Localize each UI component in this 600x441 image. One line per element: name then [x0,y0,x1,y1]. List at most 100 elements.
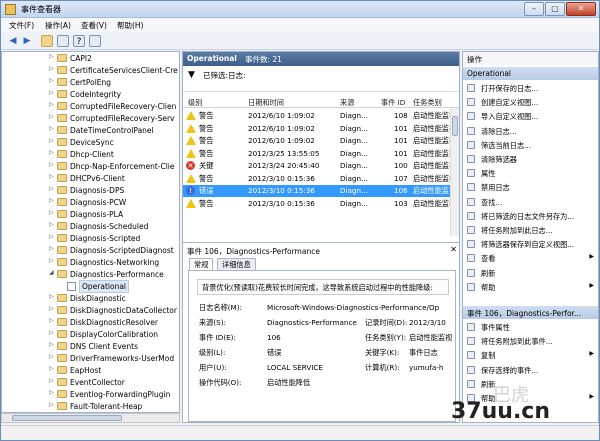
actions-section-log[interactable]: Operational [463,67,598,80]
help-icon[interactable]: ? [73,35,85,47]
tree-item[interactable]: ▷ DiskDiagnosticResolver [2,317,179,328]
tree-item[interactable]: Operational [2,280,179,293]
action-item[interactable]: 禁用日志 [463,182,598,193]
show-hide-tree-icon[interactable] [57,35,69,47]
back-arrow-icon[interactable]: ◀ [7,35,19,47]
collapsed-arrow-icon[interactable]: ▷ [49,149,54,156]
action-item[interactable]: 清除筛选器 [463,154,598,165]
tree-item[interactable]: ▷ DNS Client Events [2,341,179,352]
menu-view[interactable]: 查看(V) [81,20,107,31]
tree-item[interactable]: ▷ EapHost [2,365,179,376]
col-level[interactable]: 级别 [188,98,202,108]
event-row[interactable]: 警告 2012/3/10 0:15:36 Diagn... 103 启动性能监视 [183,198,459,210]
tree-item[interactable]: ▷ CodeIntegrity [2,89,179,100]
tree-item[interactable]: ▷ Diagnosis-PCW [2,197,179,208]
event-row[interactable]: 警告 2012/6/10 1:09:02 Diagn... 101 启动性能监视 [183,135,459,147]
action-item[interactable]: 事件属性 [463,322,598,333]
tree-item[interactable]: ▷ Diagnosis-Scheduled [2,221,179,232]
collapsed-arrow-icon[interactable]: ▷ [49,101,54,108]
action-item[interactable]: 查看 ▶ [463,253,598,264]
collapsed-arrow-icon[interactable]: ▷ [49,113,54,120]
tree-horizontal-scrollbar[interactable] [1,413,180,423]
menu-file[interactable]: 文件(F) [9,20,34,31]
action-item[interactable]: 筛选当前日志... [463,140,598,151]
collapsed-arrow-icon[interactable]: ▷ [49,89,54,96]
tree-item[interactable]: ▷ DisplayColorCalibration [2,329,179,340]
collapsed-arrow-icon[interactable]: ▷ [49,77,54,84]
tree-item[interactable]: ▷ CertificateServicesClient-Cre [2,65,179,76]
collapsed-arrow-icon[interactable]: ▷ [49,377,54,384]
collapsed-arrow-icon[interactable]: ▷ [49,341,54,348]
collapsed-arrow-icon[interactable]: ▷ [49,353,54,360]
collapsed-arrow-icon[interactable]: ▷ [49,389,54,396]
tree-item[interactable]: ▷ Diagnosis-PLA [2,209,179,220]
action-item[interactable]: 帮助 ▶ [463,282,598,293]
open-folder-icon[interactable] [41,35,53,47]
tree-item[interactable]: ▷ EventCollector [2,377,179,388]
tree-item[interactable]: ▷ Dhcp-Client [2,149,179,160]
tree-item[interactable]: ▷ Diagnosis-DPS [2,185,179,196]
close-detail-icon[interactable]: ✕ [450,245,457,254]
action-item[interactable]: 将任务附加到此日志... [463,225,598,236]
tree-item[interactable]: ▷ DiskDiagnosticDataCollector [2,305,179,316]
collapsed-arrow-icon[interactable]: ▷ [49,401,54,408]
tree-item[interactable]: ▷ Diagnosis-ScriptedDiagnost [2,245,179,256]
event-row[interactable]: 警告 2012/6/10 1:09:02 Diagn... 108 启动性能监视 [183,110,459,122]
col-task[interactable]: 任务类别 [413,98,442,108]
event-row[interactable]: 警告 2012/3/25 13:55:05 Diagn... 101 启动性能监视 [183,148,459,160]
tab-details[interactable]: 详细信息 [217,258,256,270]
actions-section-event[interactable]: 事件 106，Diagnostics-Perfor... [463,306,598,319]
event-list-scrollbar[interactable] [450,108,459,236]
maximize-button[interactable]: ▢ [545,2,565,16]
action-item[interactable]: 刷新 [463,268,598,279]
action-item[interactable]: 刷新 [463,379,598,390]
collapsed-arrow-icon[interactable]: ▷ [49,233,54,240]
col-datetime[interactable]: 日期和时间 [248,98,284,108]
forward-arrow-icon[interactable]: ▶ [21,35,33,47]
action-item[interactable]: 保存选择的事件... [463,365,598,376]
tree-item[interactable]: ▷ Dhcp-Nap-Enforcement-Clie [2,161,179,172]
expanded-arrow-icon[interactable]: ◢ [49,269,54,276]
show-hide-actions-icon[interactable] [89,35,101,47]
collapsed-arrow-icon[interactable]: ▷ [49,257,54,264]
tree-item[interactable]: ▷ Diagnosis-Scripted [2,233,179,244]
close-button[interactable]: ✕ [566,2,596,16]
collapsed-arrow-icon[interactable]: ▷ [49,365,54,372]
collapsed-arrow-icon[interactable]: ▷ [49,329,54,336]
col-source[interactable]: 来源 [340,98,354,108]
collapsed-arrow-icon[interactable]: ▷ [49,161,54,168]
action-item[interactable]: 创建自定义视图... [463,97,598,108]
event-row[interactable]: ! 错误 2012/3/10 0:15:36 Diagn... 106 启动性能监视 [183,185,459,197]
tree-item[interactable]: ▷ CertPolEng [2,77,179,88]
tree-item[interactable]: ▷ DeviceSync [2,137,179,148]
tree-item[interactable]: ▷ Diagnostics-Networking [2,257,179,268]
menu-action[interactable]: 操作(A) [45,20,71,31]
event-row[interactable]: 警告 2012/3/10 0:15:36 Diagn... 107 启动性能监视 [183,173,459,185]
action-item[interactable]: 打开保存的日志... [463,83,598,94]
collapsed-arrow-icon[interactable]: ▷ [49,221,54,228]
action-item[interactable]: 复制 ▶ [463,350,598,361]
action-item[interactable]: 属性 [463,168,598,179]
tree-item[interactable]: ▷ CorruptedFileRecovery-Clien [2,101,179,112]
col-event-id[interactable]: 事件 ID [381,98,405,108]
collapsed-arrow-icon[interactable]: ▷ [49,185,54,192]
collapsed-arrow-icon[interactable]: ▷ [49,197,54,204]
collapsed-arrow-icon[interactable]: ▷ [49,137,54,144]
collapsed-arrow-icon[interactable]: ▷ [49,173,54,180]
tree-item[interactable]: ▷ Eventlog-ForwardingPlugin [2,389,179,400]
tab-general[interactable]: 常规 [189,258,214,270]
action-item[interactable]: 将任务附加到此事件... [463,336,598,347]
tree-item[interactable]: ▷ Fault-Tolerant-Heap [2,401,179,412]
collapsed-arrow-icon[interactable]: ▷ [49,53,54,60]
action-item[interactable]: 查找... [463,197,598,208]
collapsed-arrow-icon[interactable]: ▷ [49,125,54,132]
collapsed-arrow-icon[interactable]: ▷ [49,293,54,300]
collapsed-arrow-icon[interactable]: ▷ [49,209,54,216]
tree-item[interactable]: ◢ Diagnostics-Performance [2,269,179,280]
collapsed-arrow-icon[interactable]: ▷ [49,245,54,252]
action-item[interactable]: 将筛选器保存到自定义视图... [463,239,598,250]
tree-item[interactable]: ▷ CorruptedFileRecovery-Serv [2,113,179,124]
collapsed-arrow-icon[interactable]: ▷ [49,317,54,324]
event-row[interactable]: 警告 2012/6/10 1:09:02 Diagn... 101 启动性能监视 [183,123,459,135]
tree-item[interactable]: ▷ DateTimeControlPanel [2,125,179,136]
